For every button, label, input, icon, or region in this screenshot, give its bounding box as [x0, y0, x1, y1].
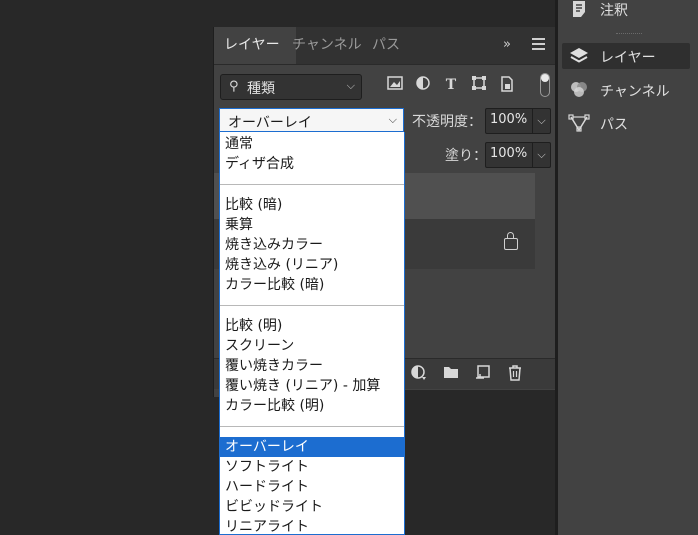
dock-item-layers[interactable]: レイヤー: [562, 43, 690, 69]
blend-option-lighten[interactable]: 比較 (明): [220, 316, 404, 336]
dock-grip[interactable]: [616, 33, 642, 37]
fill-input[interactable]: 100% ⌵: [485, 142, 551, 168]
blend-option-linear-burn[interactable]: 焼き込み (リニア): [220, 255, 404, 275]
panel-menu-icon[interactable]: [532, 38, 545, 51]
blend-mode-options: 通常 ディザ合成 比較 (暗) 乗算 焼き込みカラー 焼き込み (リニア) カラ…: [219, 132, 405, 535]
blend-option-color-dodge[interactable]: 覆い焼きカラー: [220, 356, 404, 376]
fill-label: 塗り：: [445, 148, 487, 164]
layers-scrollbar[interactable]: [535, 173, 556, 358]
blend-option-linear-dodge[interactable]: 覆い焼き (リニア) - 加算: [220, 376, 404, 396]
lock-icon[interactable]: [504, 232, 518, 250]
tab-channels[interactable]: チャンネル: [282, 27, 372, 64]
note-icon: [568, 0, 590, 18]
blend-option-multiply[interactable]: 乗算: [220, 215, 404, 235]
tab-paths[interactable]: パス: [362, 27, 410, 64]
chevron-down-icon[interactable]: ⌵: [532, 143, 550, 167]
collapsed-panels-dock: 注釈 レイヤー チャンネル パス: [558, 0, 698, 535]
dock-item-notes[interactable]: 注釈: [562, 0, 690, 22]
chevron-down-icon: ⌵: [346, 79, 355, 92]
adjustment-filter-icon[interactable]: [414, 76, 432, 94]
search-icon: ⚲: [229, 79, 239, 94]
type-filter-icon[interactable]: T: [442, 76, 460, 94]
option-separator: [220, 426, 404, 427]
blend-option-normal[interactable]: 通常: [220, 134, 404, 154]
fill-value: 100%: [490, 146, 528, 161]
blend-option-vivid-light[interactable]: ビビッドライト: [220, 497, 404, 517]
blend-option-color-burn[interactable]: 焼き込みカラー: [220, 235, 404, 255]
option-separator: [220, 184, 404, 185]
paths-icon: [568, 114, 590, 132]
folder-icon[interactable]: [442, 365, 460, 383]
channels-icon: [568, 81, 590, 99]
filter-value: 種類: [247, 81, 275, 97]
dock-item-channels[interactable]: チャンネル: [562, 77, 690, 103]
blend-option-darken[interactable]: 比較 (暗): [220, 195, 404, 215]
filter-toggle[interactable]: [540, 73, 550, 97]
blend-option-screen[interactable]: スクリーン: [220, 336, 404, 356]
pixel-filter-icon[interactable]: [386, 76, 404, 94]
panel-tab-bar: レイヤー チャンネル パス »: [214, 27, 556, 65]
blend-option-linear-light[interactable]: リニアライト: [220, 517, 404, 534]
blend-option-hard-light[interactable]: ハードライト: [220, 477, 404, 497]
chevron-down-icon[interactable]: ⌵: [532, 109, 550, 133]
opacity-label: 不透明度：: [412, 114, 482, 130]
shape-filter-icon[interactable]: [470, 76, 488, 94]
dock-item-label: チャンネル: [600, 84, 670, 100]
canvas-background: [0, 0, 213, 535]
collapse-panel-icon[interactable]: »: [503, 37, 511, 52]
blend-option-soft-light[interactable]: ソフトライト: [220, 457, 404, 477]
layers-icon: [568, 47, 590, 65]
blend-option-overlay[interactable]: オーバーレイ: [220, 437, 404, 457]
adjustment-layer-icon[interactable]: [410, 365, 428, 383]
blend-mode-select[interactable]: オーバーレイ ⌵: [219, 108, 404, 132]
dock-item-label: レイヤー: [600, 50, 656, 66]
blend-mode-value: オーバーレイ: [228, 115, 312, 131]
dock-item-label: 注釈: [600, 3, 628, 19]
dock-item-label: パス: [600, 117, 628, 133]
smart-object-filter-icon[interactable]: [498, 76, 516, 94]
blend-option-lighter-color[interactable]: カラー比較 (明): [220, 396, 404, 416]
option-separator: [220, 305, 404, 306]
blend-option-dissolve[interactable]: ディザ合成: [220, 154, 404, 174]
trash-icon[interactable]: [506, 365, 524, 383]
dock-item-paths[interactable]: パス: [562, 110, 690, 136]
chevron-down-icon: ⌵: [388, 113, 397, 126]
opacity-input[interactable]: 100% ⌵: [485, 108, 551, 134]
canvas-background-lower: [405, 390, 555, 535]
blend-option-darker-color[interactable]: カラー比較 (暗): [220, 275, 404, 295]
layer-filter-select[interactable]: ⚲ 種類 ⌵: [220, 74, 362, 100]
new-layer-icon[interactable]: [474, 365, 492, 383]
opacity-value: 100%: [490, 112, 528, 127]
